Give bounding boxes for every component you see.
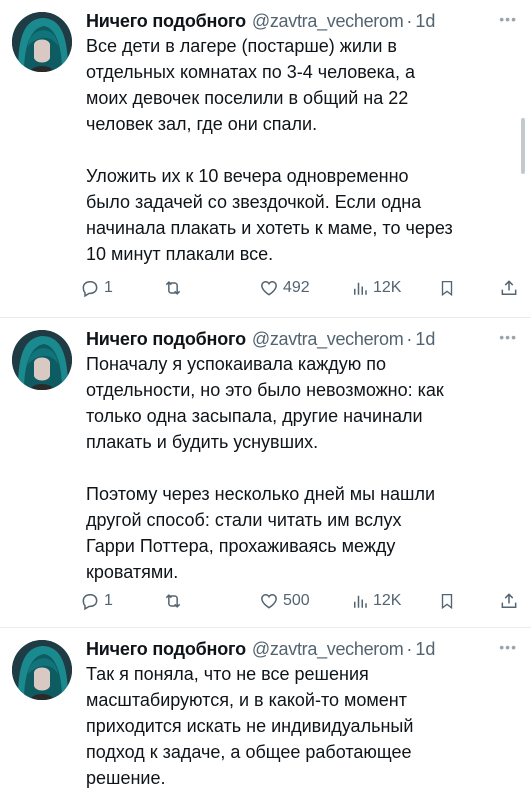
author-name[interactable]: Ничего подобного — [86, 329, 246, 350]
share-icon — [501, 280, 517, 295]
tweet-actions: 1 492 12K — [80, 276, 520, 300]
tweet-paragraph: Поэтому через несколько дней мы нашли др… — [86, 484, 436, 582]
reply-count: 1 — [104, 279, 113, 296]
avatar[interactable] — [12, 330, 72, 390]
retweet-button[interactable] — [162, 589, 184, 613]
views-count: 12K — [373, 592, 402, 609]
bookmark-icon — [441, 280, 453, 297]
tweet-text: Все дети в лагере (постарше) жили в отде… — [86, 33, 516, 267]
author-handle[interactable]: @zavtra_vecherom — [252, 329, 404, 350]
timestamp[interactable]: 1d — [415, 11, 435, 32]
tweet[interactable]: Ничего подобного @zavtra_vecherom · 1d •… — [0, 318, 531, 628]
tweet-paragraph: Поначалу я успокаивала каждую по отдельн… — [86, 354, 444, 452]
author-name[interactable]: Ничего подобного — [86, 11, 246, 32]
tweet-header: Ничего подобного @zavtra_vecherom · 1d •… — [86, 327, 517, 351]
bookmark-button[interactable] — [438, 276, 456, 300]
separator-dot: · — [406, 328, 413, 349]
like-count: 500 — [283, 592, 310, 609]
separator-dot: · — [406, 638, 413, 659]
views-button[interactable]: 12K — [351, 589, 401, 613]
views-chart-icon — [354, 595, 367, 608]
author-name[interactable]: Ничего подобного — [86, 639, 246, 660]
views-button[interactable]: 12K — [351, 276, 401, 300]
retweet-button[interactable] — [162, 276, 184, 300]
bookmark-button[interactable] — [438, 589, 456, 613]
more-horizontal-icon[interactable]: ••• — [499, 637, 517, 657]
tweet-paragraph: Уложить их к 10 вечера одновременно было… — [86, 166, 453, 264]
tweet-text: Поначалу я успокаивала каждую по отдельн… — [86, 351, 516, 585]
views-chart-icon — [354, 282, 367, 295]
author-handle[interactable]: @zavtra_vecherom — [252, 11, 404, 32]
heart-icon — [261, 593, 277, 609]
tweet-text: Так я поняла, что не все решения масштаб… — [86, 661, 516, 791]
tweet[interactable]: Ничего подобного @zavtra_vecherom · 1d •… — [0, 0, 531, 318]
timestamp[interactable]: 1d — [415, 329, 435, 350]
scrollbar[interactable] — [521, 118, 525, 174]
tweet-paragraph: Все дети в лагере (постарше) жили в отде… — [86, 36, 415, 134]
retweet-icon — [165, 281, 181, 295]
like-button[interactable]: 492 — [259, 276, 310, 300]
avatar[interactable] — [12, 640, 72, 700]
reply-button[interactable]: 1 — [80, 589, 113, 613]
tweet-header: Ничего подобного @zavtra_vecherom · 1d •… — [86, 9, 517, 33]
share-button[interactable] — [499, 276, 519, 300]
tweet-paragraph: Так я поняла, что не все решения масштаб… — [86, 664, 414, 788]
bookmark-icon — [441, 593, 453, 610]
author-handle[interactable]: @zavtra_vecherom — [252, 639, 404, 660]
heart-icon — [261, 280, 277, 296]
like-button[interactable]: 500 — [259, 589, 310, 613]
share-button[interactable] — [499, 589, 519, 613]
retweet-icon — [165, 594, 181, 608]
reply-icon — [82, 594, 98, 611]
separator-dot: · — [406, 10, 413, 31]
avatar[interactable] — [12, 12, 72, 72]
tweet[interactable]: Ничего подобного @zavtra_vecherom · 1d •… — [0, 628, 531, 800]
reply-icon — [82, 281, 98, 298]
more-horizontal-icon[interactable]: ••• — [499, 327, 517, 347]
tweet-header: Ничего подобного @zavtra_vecherom · 1d •… — [86, 637, 517, 661]
reply-button[interactable]: 1 — [80, 276, 113, 300]
like-count: 492 — [283, 279, 310, 296]
views-count: 12K — [373, 279, 402, 296]
reply-count: 1 — [104, 592, 113, 609]
more-horizontal-icon[interactable]: ••• — [499, 9, 517, 29]
timestamp[interactable]: 1d — [415, 639, 435, 660]
share-icon — [501, 593, 517, 608]
tweet-actions: 1 500 12K — [80, 589, 520, 613]
